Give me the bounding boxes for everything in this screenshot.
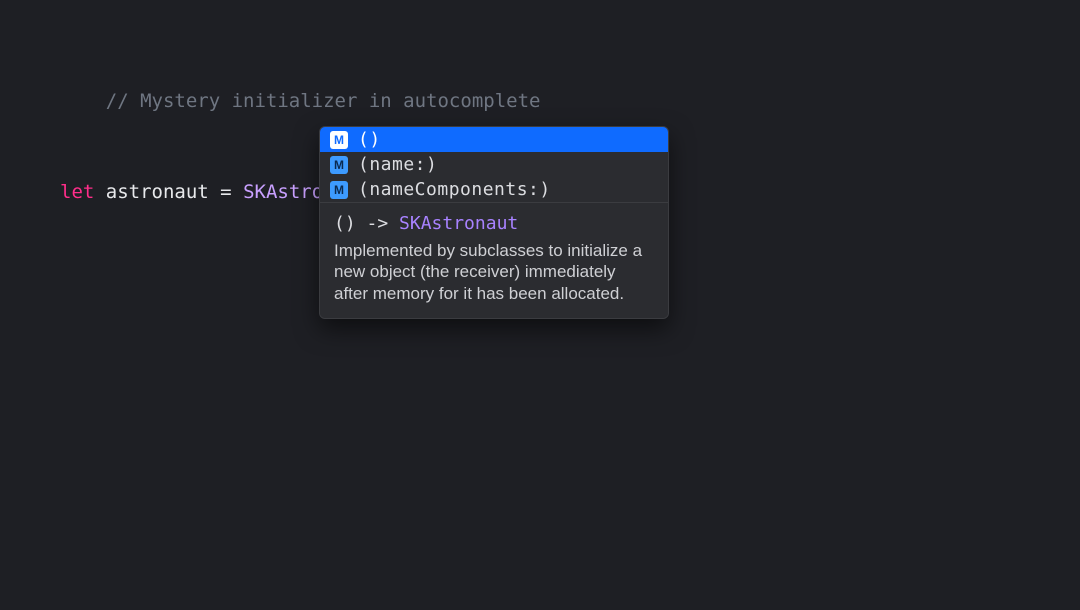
equals-sign: = xyxy=(220,181,243,203)
keyword-let: let xyxy=(60,181,94,203)
autocomplete-detail-panel: () -> SKAstronaut Implemented by subclas… xyxy=(320,202,668,318)
autocomplete-popup[interactable]: M () M (name:) M (nameComponents:) () ->… xyxy=(319,126,669,319)
method-icon: M xyxy=(330,131,348,149)
autocomplete-signature: () -> SKAstronaut xyxy=(334,213,654,234)
autocomplete-item-label: (nameComponents:) xyxy=(358,179,551,200)
signature-prefix: () -> xyxy=(334,213,399,234)
signature-return-type: SKAstronaut xyxy=(399,213,518,234)
autocomplete-item[interactable]: M () xyxy=(320,127,668,152)
autocomplete-description: Implemented by subclasses to initialize … xyxy=(334,240,654,304)
comment-text: // Mystery initializer in autocomplete xyxy=(106,90,541,112)
method-icon: M xyxy=(330,181,348,199)
autocomplete-item-label: (name:) xyxy=(358,154,437,175)
autocomplete-item[interactable]: M (nameComponents:) xyxy=(320,177,668,202)
autocomplete-item[interactable]: M (name:) xyxy=(320,152,668,177)
autocomplete-item-label: () xyxy=(358,129,381,150)
method-icon: M xyxy=(330,156,348,174)
variable-name: astronaut xyxy=(94,181,220,203)
